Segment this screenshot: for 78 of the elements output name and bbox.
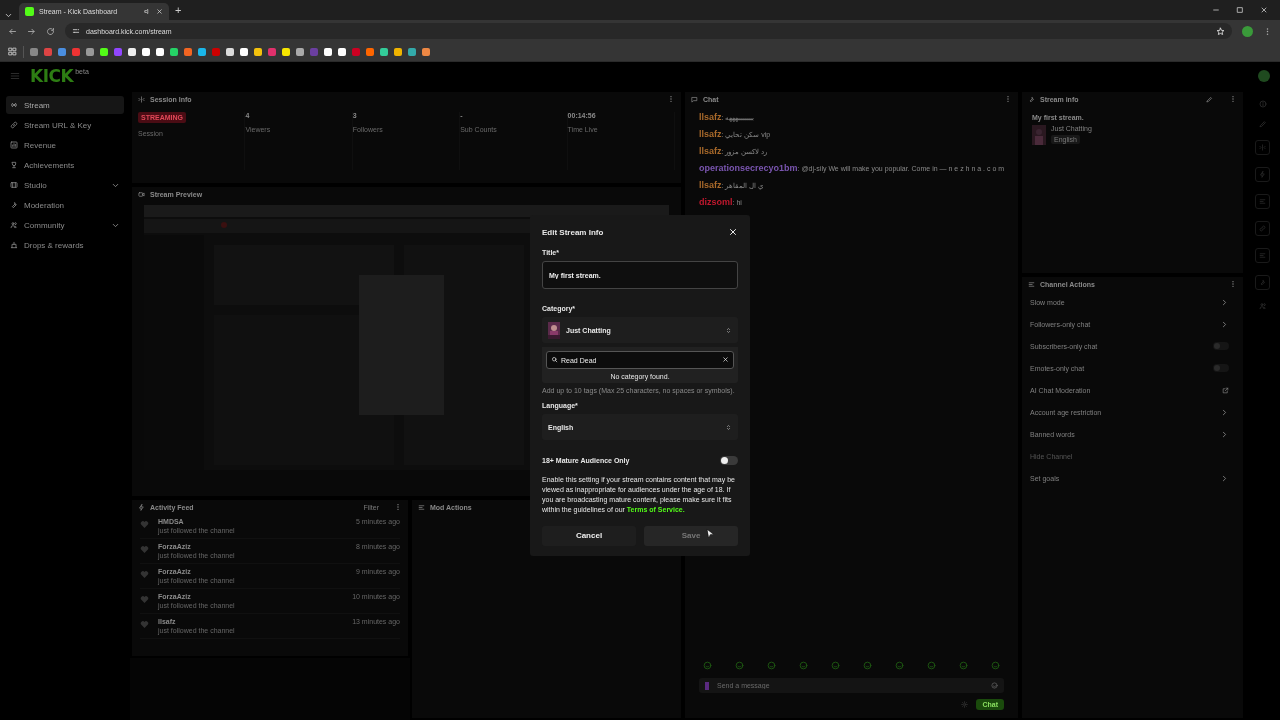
toggle-switch[interactable] — [1213, 364, 1229, 372]
close-icon[interactable] — [728, 227, 738, 237]
clear-icon[interactable] — [722, 356, 729, 363]
new-tab-button[interactable]: + — [175, 4, 182, 16]
sidebar-item[interactable]: Drops & rewards — [6, 236, 124, 254]
cursor-icon — [705, 528, 716, 539]
more-icon[interactable] — [1229, 280, 1237, 288]
sidebar-item[interactable]: Moderation — [6, 196, 124, 214]
profile-avatar[interactable] — [1242, 25, 1253, 37]
bolt-icon — [138, 503, 145, 511]
emote-icon[interactable] — [767, 661, 776, 670]
heart-icon — [140, 620, 149, 629]
emote-icon[interactable] — [799, 661, 808, 670]
chevron-right-icon — [1220, 297, 1229, 307]
emote-icon[interactable] — [863, 661, 872, 670]
chevron-right-icon — [1220, 429, 1229, 439]
link-icon — [10, 121, 18, 129]
star-icon[interactable] — [1216, 26, 1225, 36]
sidebar-item[interactable]: Community — [6, 216, 124, 234]
maximize-icon[interactable] — [1236, 6, 1244, 14]
split-icon — [138, 95, 145, 103]
trophy-icon — [10, 161, 18, 169]
sidebar-item[interactable]: Achievements — [6, 156, 124, 174]
more-icon[interactable] — [667, 95, 675, 103]
external-link-icon — [1222, 386, 1229, 394]
toggle-switch[interactable] — [720, 456, 738, 465]
site-settings-icon — [72, 27, 80, 35]
emoji-icon[interactable] — [991, 682, 998, 689]
chat-username[interactable]: operationsecrecyo1bm — [699, 163, 798, 173]
speaker-icon — [144, 8, 151, 15]
wrench-icon — [10, 201, 18, 209]
more-icon[interactable] — [1229, 95, 1237, 103]
chat-username[interactable]: dizsoml — [699, 197, 733, 207]
more-icon[interactable] — [394, 503, 402, 511]
emote-icon[interactable] — [831, 661, 840, 670]
heart-icon — [140, 570, 149, 579]
sidebar-item[interactable]: Stream — [6, 96, 124, 114]
cancel-button[interactable]: Cancel — [542, 525, 636, 546]
badge-icon — [705, 682, 709, 690]
pencil-icon[interactable] — [1206, 95, 1213, 103]
updown-icon — [725, 326, 732, 334]
list-icon — [1028, 280, 1035, 288]
minimize-icon[interactable] — [1212, 6, 1220, 14]
wrench-icon — [1028, 95, 1035, 103]
emote-icon[interactable] — [991, 661, 1000, 670]
film-icon — [10, 181, 18, 189]
sidebar-item[interactable]: Revenue — [6, 136, 124, 154]
emote-icon[interactable] — [735, 661, 744, 670]
toggle-switch[interactable] — [1213, 342, 1229, 350]
broadcast-icon — [10, 101, 18, 109]
list-icon — [418, 503, 425, 511]
forward-icon[interactable] — [27, 26, 36, 36]
updown-icon — [725, 423, 732, 431]
emote-icon[interactable] — [895, 661, 904, 670]
heart-icon — [140, 520, 149, 529]
emote-icon[interactable] — [959, 661, 968, 670]
emote-icon[interactable] — [927, 661, 936, 670]
heart-icon — [140, 595, 149, 604]
gift-icon — [10, 241, 18, 249]
back-icon[interactable] — [8, 26, 17, 36]
camera-icon — [138, 190, 145, 198]
sidebar-item[interactable]: Studio — [6, 176, 124, 194]
chevron-right-icon — [1220, 319, 1229, 329]
chevron-right-icon — [1220, 473, 1229, 483]
avatar[interactable] — [1258, 70, 1270, 82]
heart-icon — [140, 545, 149, 554]
chat-icon — [691, 95, 698, 103]
tab-list-icon[interactable] — [4, 11, 13, 20]
apps-icon[interactable] — [8, 47, 17, 56]
sidebar-item[interactable]: Stream URL & Key — [6, 116, 124, 134]
favicon-icon — [25, 7, 34, 16]
logo[interactable]: KICK — [30, 66, 74, 86]
reload-icon[interactable] — [46, 26, 55, 36]
chart-icon — [10, 141, 18, 149]
emote-icon[interactable] — [703, 661, 712, 670]
chevron-right-icon — [1220, 407, 1229, 417]
more-icon[interactable] — [1004, 95, 1012, 103]
close-icon[interactable] — [1260, 6, 1268, 14]
